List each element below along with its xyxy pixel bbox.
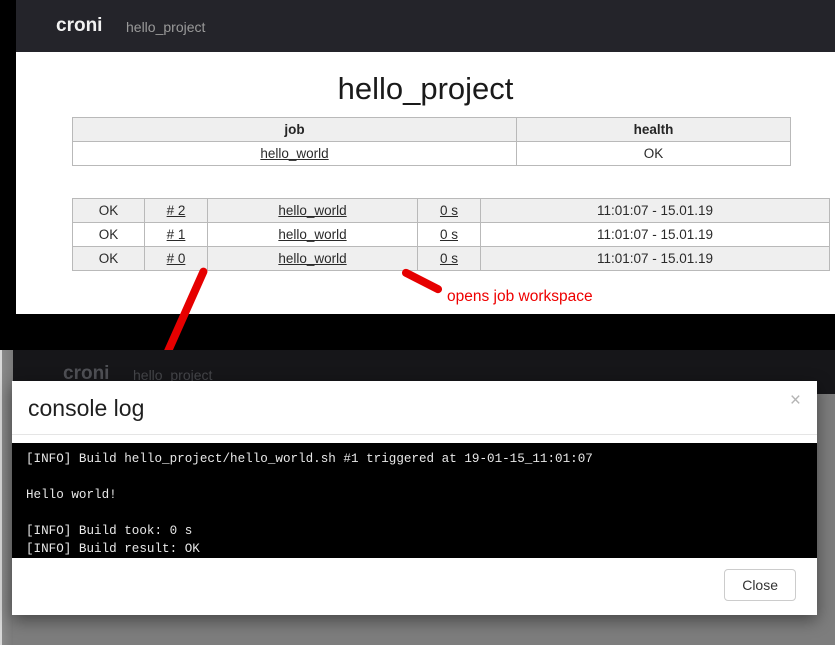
table-row: OK # 0 hello_world 0 s 11:01:07 - 15.01.…	[73, 247, 830, 271]
build-number-link[interactable]: # 2	[167, 203, 186, 218]
table-header-row: job health	[73, 118, 791, 142]
table-row: OK # 2 hello_world 0 s 11:01:07 - 15.01.…	[73, 199, 830, 223]
modal-footer: Close	[12, 558, 817, 615]
breadcrumb-project[interactable]: hello_project	[126, 19, 205, 35]
close-icon[interactable]: ×	[790, 391, 801, 410]
cell-build-duration: 0 s	[418, 199, 481, 223]
cell-build-timestamp: 11:01:07 - 15.01.19	[481, 199, 830, 223]
cell-build-status: OK	[73, 199, 145, 223]
cell-build-duration: 0 s	[418, 223, 481, 247]
cell-build-number: # 2	[145, 199, 208, 223]
cell-build-timestamp: 11:01:07 - 15.01.19	[481, 223, 830, 247]
build-number-link[interactable]: # 1	[167, 227, 186, 242]
cell-job-health: OK	[517, 142, 791, 166]
cell-build-job: hello_world	[208, 247, 418, 271]
builds-table: OK # 2 hello_world 0 s 11:01:07 - 15.01.…	[72, 198, 830, 271]
navbar-brand[interactable]: croni	[56, 15, 102, 37]
build-job-link[interactable]: hello_world	[278, 227, 346, 242]
screenshot-dashboard: croni hello_project hello_project job he…	[0, 0, 835, 314]
table-row: OK # 1 hello_world 0 s 11:01:07 - 15.01.…	[73, 223, 830, 247]
cell-build-status: OK	[73, 223, 145, 247]
column-header-job: job	[73, 118, 517, 142]
page-body: hello_project job health hello_world OK …	[16, 52, 835, 314]
column-header-health: health	[517, 118, 791, 142]
build-duration-link[interactable]: 0 s	[440, 251, 458, 266]
table-row: hello_world OK	[73, 142, 791, 166]
modal-title: console log	[28, 395, 144, 422]
cell-build-timestamp: 11:01:07 - 15.01.19	[481, 247, 830, 271]
build-duration-link[interactable]: 0 s	[440, 227, 458, 242]
build-job-link[interactable]: hello_world	[278, 203, 346, 218]
job-health-table: job health hello_world OK	[72, 117, 791, 166]
cell-build-job: hello_world	[208, 223, 418, 247]
annotation-label-workspace: opens job workspace	[447, 288, 593, 306]
close-button[interactable]: Close	[724, 569, 796, 601]
console-log-modal: console log × [INFO] Build hello_project…	[12, 381, 817, 615]
cell-build-number: # 1	[145, 223, 208, 247]
build-job-link[interactable]: hello_world	[278, 251, 346, 266]
navbar: croni hello_project	[16, 0, 835, 52]
cell-build-job: hello_world	[208, 199, 418, 223]
cell-build-duration: 0 s	[418, 247, 481, 271]
build-duration-link[interactable]: 0 s	[440, 203, 458, 218]
page-title: hello_project	[16, 71, 835, 107]
cell-build-status: OK	[73, 247, 145, 271]
console-log-output: [INFO] Build hello_project/hello_world.s…	[12, 443, 817, 558]
cell-job-name: hello_world	[73, 142, 517, 166]
cell-build-number: # 0	[145, 247, 208, 271]
modal-header: console log ×	[12, 381, 817, 435]
build-number-link[interactable]: # 0	[167, 251, 186, 266]
job-link[interactable]: hello_world	[260, 146, 328, 161]
screenshot-console-log-modal: croni hello_project console log × [INFO]…	[0, 350, 835, 645]
